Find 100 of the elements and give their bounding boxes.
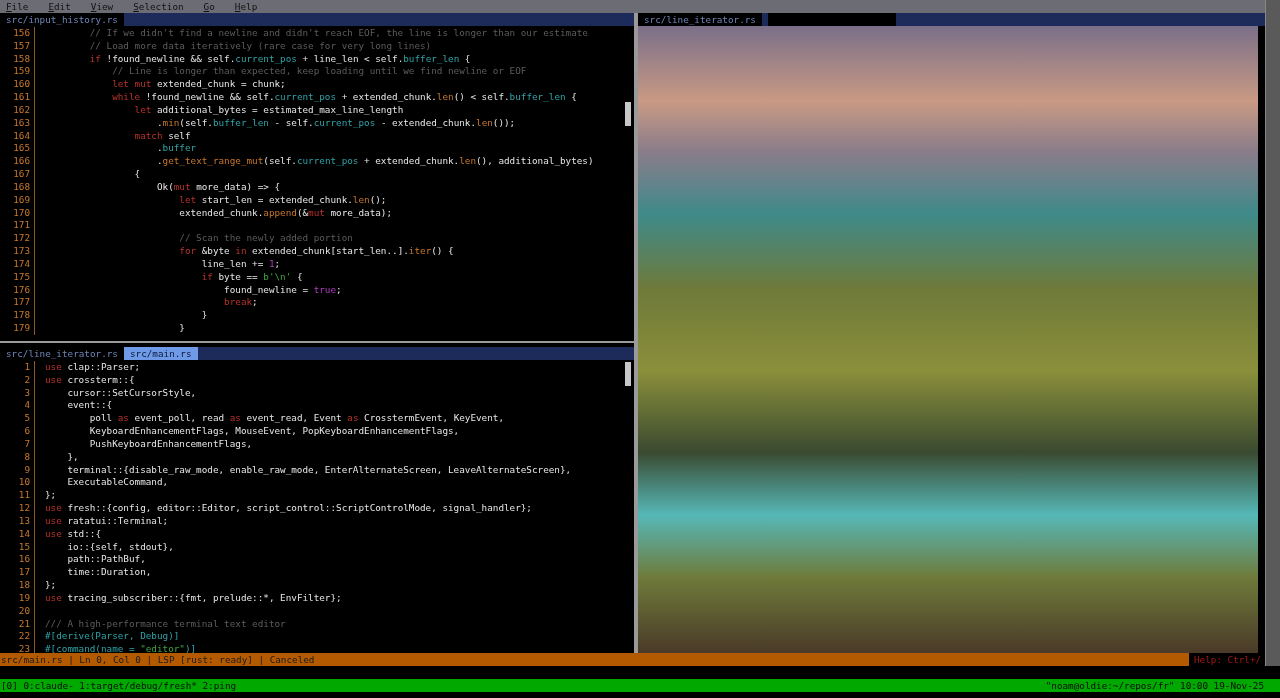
line-number: 15 xyxy=(17,540,31,554)
line-number: 170 xyxy=(12,206,31,220)
file-tab[interactable]: src/input_history.rs xyxy=(0,13,124,26)
line-number: 22 xyxy=(17,630,31,644)
code-line: use crossterm::{ xyxy=(45,373,135,387)
line-number: 6 xyxy=(23,425,31,438)
code-line: Ok(mut more_data) => { xyxy=(155,180,281,194)
line-number: 8 xyxy=(23,450,31,464)
line-number: 158 xyxy=(12,52,31,66)
scrollbar-thumb[interactable] xyxy=(625,362,631,386)
file-tab[interactable]: src/line_iterator.rs xyxy=(0,347,124,360)
line-number: 2 xyxy=(23,373,31,387)
tmux-windows: [0] 0:claude- 1:target/debug/fresh* 2:ping xyxy=(1,679,237,692)
line-number: 164 xyxy=(12,129,31,143)
code-line: }; xyxy=(45,489,57,503)
file-tab[interactable]: src/main.rs xyxy=(123,347,198,360)
code-line: }; xyxy=(45,579,57,592)
line-number: 14 xyxy=(17,527,31,541)
line-number: 166 xyxy=(12,155,31,169)
code-line: } xyxy=(178,322,185,335)
code-line: use tracing_subscriber::{fmt, prelude::*, EnvFilter}; xyxy=(45,591,342,605)
code-line: .get_text_range_mut(self.current_pos + extended_chunk.len(), additional_bytes) xyxy=(155,155,594,169)
line-number: 178 xyxy=(12,309,31,323)
line-number: 163 xyxy=(12,116,31,130)
code-line: line_len += 1; xyxy=(200,257,281,271)
line-number: 176 xyxy=(12,283,31,297)
line-number: 161 xyxy=(12,91,31,104)
code-line: path::PathBuf, xyxy=(66,553,146,567)
line-number: 173 xyxy=(12,245,31,258)
line-number: 21 xyxy=(17,617,31,631)
menu-item[interactable]: View xyxy=(90,0,114,13)
status-bar: src/main.rs | Ln 0, Col 0 | LSP [rust: ready] | Canceled xyxy=(0,653,1189,666)
code-line: { xyxy=(133,168,141,181)
file-tab[interactable]: src/line_iterator.rs xyxy=(638,13,762,26)
code-line: found_newline = true; xyxy=(223,283,342,297)
code-line: use clap::Parser; xyxy=(45,361,141,374)
code-line: // Line is longer than expected, keep loading until we find newline or EOF xyxy=(111,65,527,79)
line-number: 23 xyxy=(17,643,31,653)
line-number: 18 xyxy=(17,579,31,592)
line-number: 16 xyxy=(17,553,31,567)
menu-item[interactable]: Go xyxy=(203,0,215,13)
tab-bar-cursor xyxy=(197,347,204,360)
menu-item[interactable]: Help xyxy=(234,0,258,13)
code-line: poll as event_poll, read as event_read, Event as CrosstermEvent, KeyEvent, xyxy=(88,412,504,426)
code-line: /// A high-performance terminal text editor xyxy=(45,617,286,631)
line-number: 4 xyxy=(23,399,31,413)
code-line: } xyxy=(200,309,208,323)
line-number: 10 xyxy=(17,476,31,490)
line-number: 20 xyxy=(17,604,31,618)
line-number: 156 xyxy=(12,27,31,40)
code-line: KeyboardEnhancementFlags, MouseEvent, PopKeyboardEnhancementFlags, xyxy=(88,425,460,438)
line-number: 179 xyxy=(12,322,31,335)
line-number: 1 xyxy=(23,361,31,374)
code-line: terminal::{disable_raw_mode, enable_raw_mode, EnterAlternateScreen, LeaveAlternateScreen}, xyxy=(66,463,572,477)
code-line: extended_chunk.append(&mut more_data); xyxy=(178,206,393,220)
code-line: let start_len = extended_chunk.len(); xyxy=(178,193,387,207)
code-line: // Load more data iteratively (rare case for very long lines) xyxy=(88,39,432,53)
code-line: for &byte in extended_chunk[start_len..].iter() { xyxy=(178,245,454,258)
menu-item[interactable]: File xyxy=(6,0,29,13)
line-number: 177 xyxy=(12,296,31,310)
tmux-host-time: "noam@oldie:~/repos/fr" 10:00 19-Nov-25 xyxy=(1045,679,1264,692)
code-line: use fresh::{config, editor::Editor, script_control::ScriptControlMode, signal_handler}; xyxy=(45,502,532,515)
code-line: .buffer xyxy=(155,142,197,156)
line-number: 17 xyxy=(17,566,31,580)
line-number: 5 xyxy=(23,412,31,426)
code-line: use ratatui::Terminal; xyxy=(45,514,169,528)
menu-item[interactable]: Selection xyxy=(133,0,184,13)
line-number: 169 xyxy=(12,193,31,207)
line-number: 165 xyxy=(12,142,31,156)
line-number: 167 xyxy=(12,168,31,181)
code-line: }, xyxy=(66,450,79,464)
window-scrollbar[interactable] xyxy=(1265,0,1280,666)
menu-item[interactable]: Edit xyxy=(48,0,71,13)
tab-bar-cursor xyxy=(123,13,130,26)
line-number: 171 xyxy=(12,219,31,233)
code-line: #[derive(Parser, Debug)] xyxy=(45,630,180,644)
code-line: io::{self, stdout}, xyxy=(66,540,174,554)
code-line: break; xyxy=(223,296,258,310)
line-number: 162 xyxy=(12,103,31,117)
line-number: 3 xyxy=(23,386,31,400)
code-line: let mut extended_chunk = chunk; xyxy=(111,78,286,92)
line-number: 13 xyxy=(17,514,31,528)
line-number: 157 xyxy=(12,39,31,53)
line-number: 19 xyxy=(17,591,31,605)
code-line: ExecutableCommand, xyxy=(66,476,169,490)
scrollbar-thumb[interactable] xyxy=(625,102,631,126)
line-number: 9 xyxy=(23,463,31,477)
line-number: 175 xyxy=(12,270,31,284)
line-number: 7 xyxy=(23,437,31,451)
code-line: match self xyxy=(133,129,191,143)
line-number: 174 xyxy=(12,257,31,271)
code-line: if byte == b'\n' { xyxy=(200,270,303,284)
code-line: let additional_bytes = estimated_max_line_length xyxy=(133,103,404,117)
code-line: if !found_newline && self.current_pos + line_len < self.buffer_len { xyxy=(88,52,471,66)
code-line: // Scan the newly added portion xyxy=(178,232,353,246)
code-line: event::{ xyxy=(66,399,113,413)
code-line: .min(self.buffer_len - self.current_pos - extended_chunk.len()); xyxy=(155,116,516,130)
line-number: 11 xyxy=(17,489,31,503)
code-line: time::Duration, xyxy=(66,566,152,580)
code-line: // If we didn't find a newline and didn't reach EOF, the line is longer than our estimate xyxy=(88,27,588,40)
